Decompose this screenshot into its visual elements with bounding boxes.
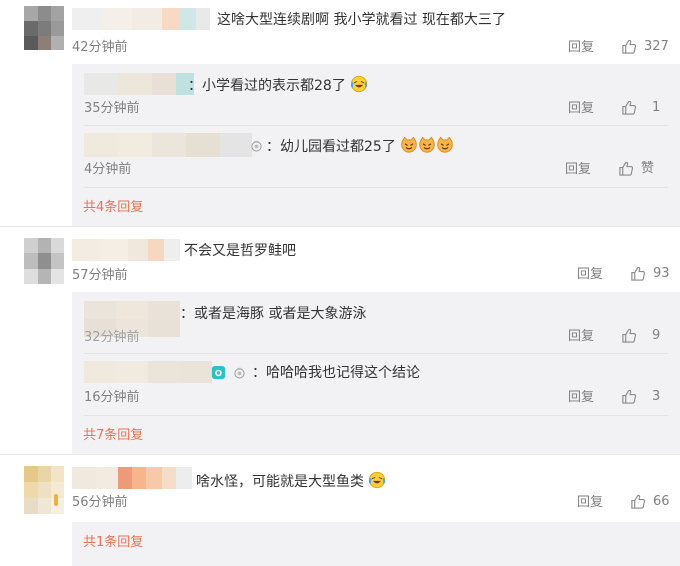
username[interactable]	[72, 239, 180, 261]
reply-button[interactable]: 回复	[568, 329, 594, 345]
reply-button[interactable]: 回复	[568, 390, 594, 406]
like-count: 9	[652, 327, 661, 343]
thumbs-up-icon	[621, 327, 638, 344]
like-button[interactable]: 3	[621, 388, 660, 405]
like-button[interactable]: 66	[630, 493, 670, 510]
divider	[84, 187, 668, 188]
like-button[interactable]: 赞	[618, 160, 654, 177]
avatar[interactable]	[24, 238, 64, 284]
divider	[84, 125, 668, 126]
like-count: 1	[652, 99, 661, 115]
vip-badge-icon	[250, 139, 263, 152]
vip-badge-icon	[233, 366, 246, 379]
reply-time: 4分钟前	[84, 162, 132, 177]
thumbs-up-icon	[621, 99, 638, 116]
comment-text: 不会又是哲罗鲑吧	[184, 243, 296, 259]
more-replies-link[interactable]: 共7条回复	[83, 428, 143, 444]
like-count: 66	[653, 493, 670, 509]
like-button[interactable]: 327	[621, 38, 669, 55]
cat-face-icon	[436, 136, 454, 154]
reply-button[interactable]: 回复	[577, 495, 603, 511]
reply-button[interactable]: 回复	[568, 101, 594, 117]
camera-badge-icon	[211, 365, 226, 380]
reply-text: ：哈哈哈我也记得这个结论	[252, 365, 420, 381]
verified-badge-icon	[54, 494, 58, 506]
username[interactable]	[72, 8, 210, 30]
reply-button[interactable]: 回复	[565, 162, 591, 178]
thumbs-up-icon	[621, 38, 638, 55]
cat-face-icon	[418, 136, 436, 154]
thumbs-up-icon	[630, 493, 647, 510]
comment-time: 56分钟前	[72, 495, 128, 510]
divider	[84, 415, 668, 416]
comment-text: 啥水怪，可能就是大型鱼类	[196, 471, 386, 491]
laughing-face-icon	[350, 75, 368, 93]
thumbs-up-icon	[630, 265, 647, 282]
reply-time: 35分钟前	[84, 101, 140, 116]
comment-time: 42分钟前	[72, 40, 128, 55]
reply-username[interactable]	[84, 133, 252, 157]
reply-thread: 共1条回复	[72, 522, 680, 566]
like-button[interactable]: 1	[621, 99, 660, 116]
avatar[interactable]	[24, 6, 64, 50]
like-count: 赞	[641, 160, 655, 176]
thumbs-up-icon	[621, 388, 638, 405]
reply-button[interactable]: 回复	[577, 267, 603, 283]
like-count: 327	[644, 38, 669, 54]
divider	[0, 226, 680, 227]
comment-text: 这啥大型连续剧啊 我小学就看过 现在都大三了	[217, 12, 506, 28]
username[interactable]	[72, 467, 192, 489]
cat-face-icon	[400, 136, 418, 154]
more-replies-link[interactable]: 共1条回复	[83, 535, 143, 551]
thumbs-up-icon	[618, 160, 635, 177]
reply-thread: ：或者是海豚 或者是大象游泳 32分钟前 回复 9 ：哈哈哈我也记得这个结论 1…	[72, 292, 680, 454]
reply-username[interactable]	[84, 73, 194, 95]
comment-time: 57分钟前	[72, 268, 128, 283]
divider	[0, 454, 680, 455]
reply-thread: ：小学看过的表示都28了 35分钟前 回复 1 ：幼儿园看过都25了 4分钟前 …	[72, 64, 680, 226]
reply-text: ：幼儿园看过都25了	[266, 136, 454, 156]
like-button[interactable]: 93	[630, 265, 670, 282]
reply-time: 32分钟前	[84, 330, 140, 345]
like-count: 3	[652, 388, 661, 404]
laughing-face-icon	[368, 471, 386, 489]
like-count: 93	[653, 265, 670, 281]
reply-time: 16分钟前	[84, 390, 140, 405]
reply-text: ：或者是海豚 或者是大象游泳	[180, 306, 367, 322]
avatar[interactable]	[24, 466, 64, 514]
reply-text: ：小学看过的表示都28了	[188, 75, 368, 95]
like-button[interactable]: 9	[621, 327, 660, 344]
reply-button[interactable]: 回复	[568, 40, 594, 56]
more-replies-link[interactable]: 共4条回复	[83, 200, 143, 216]
divider	[84, 353, 668, 354]
reply-username[interactable]	[84, 361, 212, 383]
